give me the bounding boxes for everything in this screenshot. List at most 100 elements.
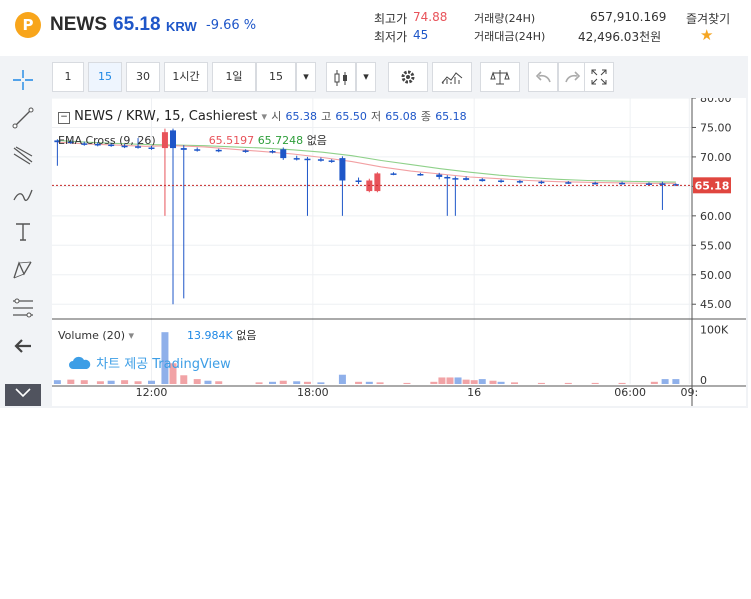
indicators-icon[interactable] bbox=[432, 62, 472, 92]
candle-body bbox=[280, 149, 287, 159]
favorite-label[interactable]: 즐겨찾기 bbox=[686, 10, 730, 27]
volume-tick-label: 100K bbox=[700, 323, 729, 336]
high-label: 최고가 bbox=[374, 12, 408, 26]
volume-bar bbox=[134, 381, 142, 384]
time-tick-label: 06:00 bbox=[614, 386, 646, 399]
brush-icon[interactable] bbox=[8, 182, 38, 208]
time-tick-label: 09: bbox=[680, 386, 698, 399]
volume-bar bbox=[661, 379, 669, 384]
ticker-header: P NEWS 65.18 KRW -9.66 % 최고가 74.88 최저가 4… bbox=[0, 0, 751, 50]
volume-bar bbox=[96, 381, 104, 384]
watermark-text: 차트 제공 TradingView bbox=[96, 357, 231, 372]
price-tick-label: 80.00 bbox=[700, 98, 732, 105]
volume-bar bbox=[355, 381, 363, 384]
interval-1m[interactable]: 1 bbox=[52, 62, 84, 92]
low-label: 저 bbox=[371, 110, 382, 123]
interval-30m[interactable]: 30 bbox=[126, 62, 160, 92]
compare-scale-icon[interactable] bbox=[480, 62, 520, 92]
volume-caret-icon[interactable]: ▾ bbox=[129, 329, 135, 342]
ema-legend: EMA Cross (9, 26) 65.5197 65.7248 없음 bbox=[58, 132, 327, 148]
candle-body bbox=[417, 174, 424, 176]
star-icon[interactable]: ★ bbox=[700, 26, 713, 44]
interval-1h[interactable]: 1시간 bbox=[164, 62, 208, 92]
volume-bar bbox=[193, 379, 201, 384]
volume-bar bbox=[454, 377, 462, 384]
price-tick-label: 45.00 bbox=[700, 298, 732, 311]
ema-indicator-name: EMA Cross (9, 26) bbox=[58, 134, 156, 147]
candle-body bbox=[390, 173, 397, 175]
candle-body bbox=[269, 151, 276, 153]
collapse-toolbar-icon[interactable] bbox=[5, 384, 41, 406]
trend-line-icon[interactable] bbox=[8, 106, 38, 132]
candlestick-type-icon[interactable] bbox=[326, 62, 356, 92]
volume-none-label: 없음 bbox=[236, 329, 257, 342]
interval-dropdown[interactable]: 15 bbox=[256, 62, 296, 92]
volume-bar bbox=[618, 382, 626, 384]
quote-currency: KRW bbox=[166, 19, 197, 34]
symbol-title: NEWS / KRW, 15, Cashierest bbox=[74, 109, 258, 124]
candle-body bbox=[498, 180, 505, 182]
legend-caret-icon[interactable]: ▾ bbox=[262, 110, 268, 123]
settings-gear-icon[interactable] bbox=[388, 62, 428, 92]
candle-body bbox=[592, 182, 599, 185]
chart-legend-main: − NEWS / KRW, 15, Cashierest ▾ 시 65.38 고… bbox=[58, 108, 467, 124]
price-tick-label: 50.00 bbox=[700, 269, 732, 282]
collapse-legend-icon[interactable]: − bbox=[58, 112, 70, 124]
chart-plot-area[interactable]: 80.0075.0070.0065.0060.0055.0050.0045.00… bbox=[52, 98, 746, 406]
volume-bar bbox=[438, 377, 446, 384]
fullscreen-icon[interactable] bbox=[584, 62, 614, 92]
volume-bar bbox=[650, 381, 658, 384]
open-label: 시 bbox=[271, 110, 282, 123]
candle-body bbox=[444, 176, 451, 179]
candle-body bbox=[516, 181, 523, 183]
low-value: 65.08 bbox=[385, 110, 417, 123]
candle-body bbox=[194, 149, 201, 151]
tradingview-watermark: 차트 제공 TradingView bbox=[68, 353, 231, 372]
volume-label: 거래량(24H) bbox=[474, 12, 536, 25]
volume-value: 657,910.169 bbox=[590, 10, 667, 24]
volume-bar bbox=[365, 381, 373, 384]
price-change: -9.66 % bbox=[206, 18, 257, 33]
volume-bar bbox=[293, 381, 301, 384]
volume-bar bbox=[279, 380, 287, 384]
candle-body bbox=[538, 181, 545, 184]
volume-bar bbox=[269, 381, 277, 384]
exchange-logo: P bbox=[15, 12, 41, 38]
pitchfork-icon[interactable] bbox=[8, 144, 38, 170]
volume-bar bbox=[180, 375, 188, 384]
text-tool-icon[interactable] bbox=[8, 220, 38, 246]
candle-body bbox=[328, 160, 335, 162]
candles bbox=[54, 128, 679, 305]
candle-body bbox=[339, 158, 346, 181]
amount-value: 42,496.03천원 bbox=[578, 30, 662, 44]
crosshair-icon[interactable] bbox=[8, 68, 38, 94]
undo-icon[interactable] bbox=[528, 62, 558, 92]
candle-body bbox=[463, 178, 470, 180]
candle-body bbox=[242, 150, 249, 152]
back-arrow-icon[interactable] bbox=[8, 334, 38, 360]
volume-value: 13.984K bbox=[187, 329, 233, 342]
candle-body bbox=[619, 182, 626, 185]
volume-bar bbox=[303, 381, 311, 384]
ema-slow-value: 65.7248 bbox=[257, 134, 304, 147]
time-tick-label: 16 bbox=[467, 386, 481, 399]
interval-15m[interactable]: 15 bbox=[88, 62, 122, 92]
volume-bar bbox=[430, 381, 438, 384]
volume-bar bbox=[478, 379, 486, 384]
volume-bar bbox=[376, 382, 384, 384]
volume-bar bbox=[591, 382, 599, 384]
ema-fast-value: 65.5197 bbox=[208, 134, 255, 147]
price-tick-label: 55.00 bbox=[700, 239, 732, 252]
low-label: 최저가 bbox=[374, 30, 408, 44]
volume-legend: Volume (20) ▾ 13.984K 없음 bbox=[58, 327, 256, 343]
pattern-icon[interactable] bbox=[8, 258, 38, 284]
interval-1d[interactable]: 1일 bbox=[212, 62, 256, 92]
volume-bar bbox=[107, 380, 115, 384]
interval-caret-icon[interactable]: ▾ bbox=[296, 62, 316, 92]
time-tick-label: 12:00 bbox=[136, 386, 168, 399]
chart-type-caret-icon[interactable]: ▾ bbox=[356, 62, 376, 92]
volume-bar bbox=[537, 382, 545, 384]
fib-retracement-icon[interactable] bbox=[8, 296, 38, 322]
volume-bar bbox=[672, 379, 680, 384]
chart-toolbar: 1 15 30 1시간 1일 15 ▾ ▾ bbox=[52, 62, 622, 94]
